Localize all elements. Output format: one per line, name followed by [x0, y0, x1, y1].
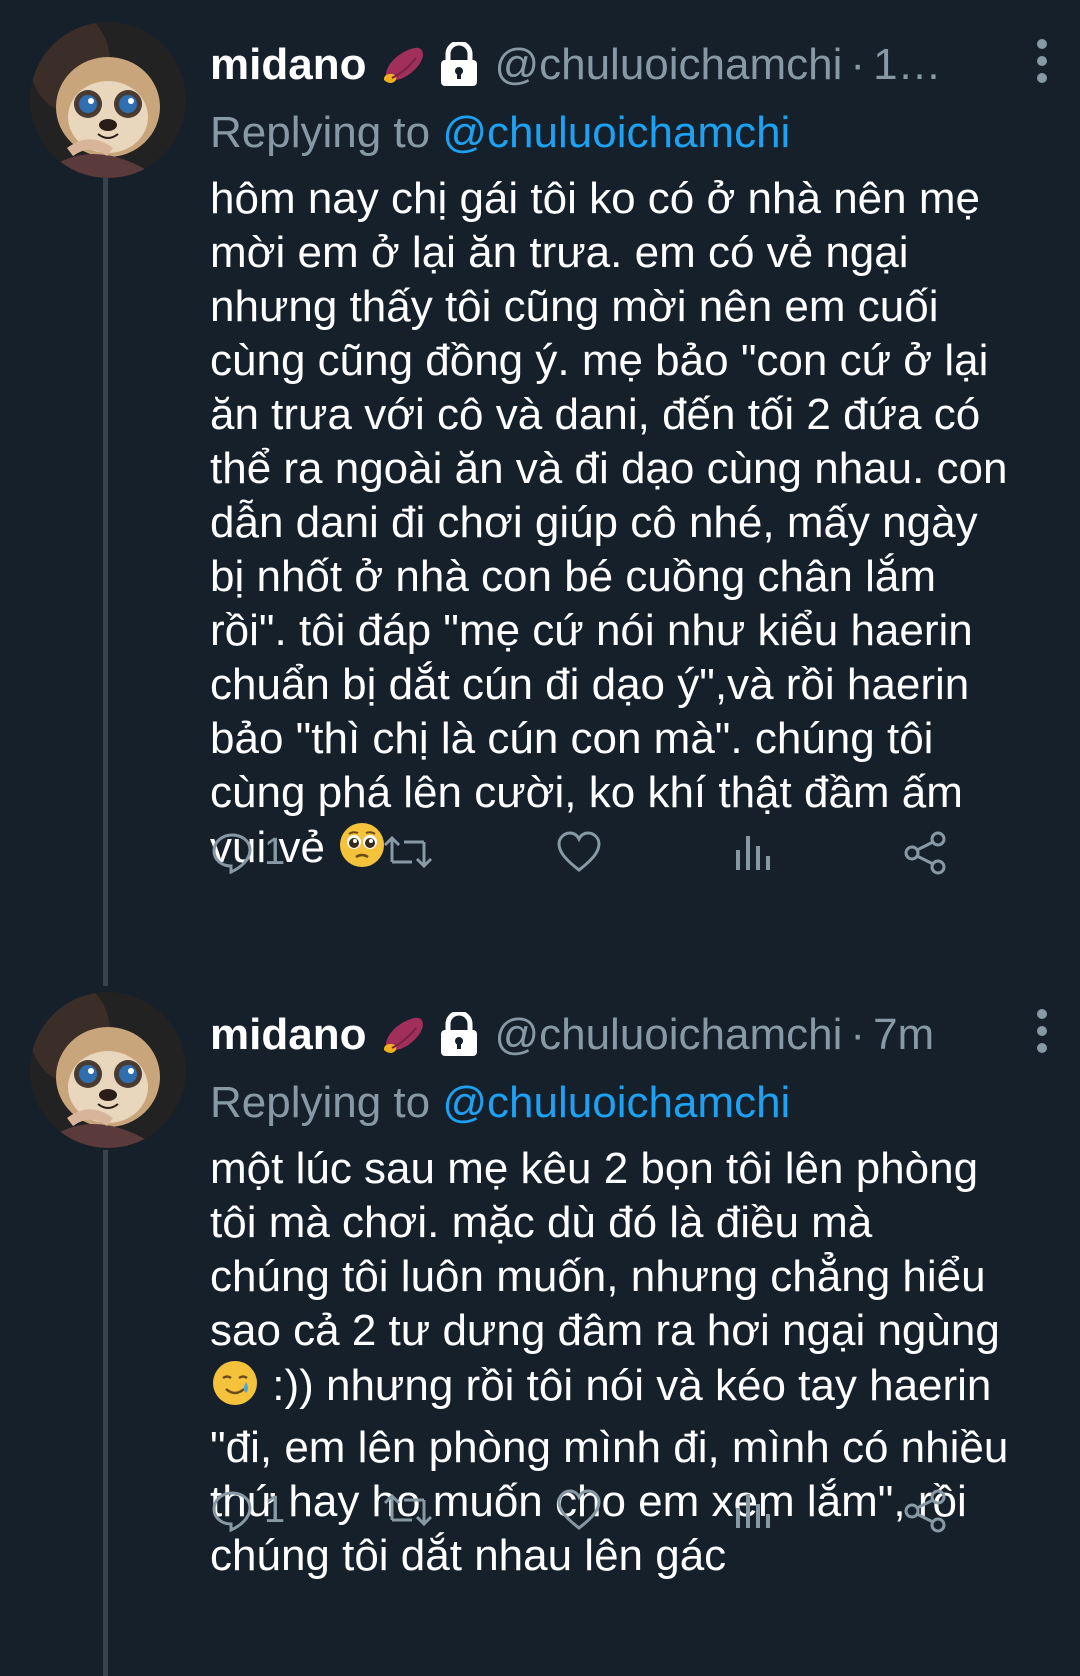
text-line: dẫn dani đi chơi giúp cô nhé, mấy ngày	[210, 498, 978, 547]
share-icon	[904, 1489, 946, 1533]
heart-icon	[557, 1489, 601, 1530]
mention-link[interactable]: @chuluoichamchi	[442, 1078, 790, 1127]
share-icon	[904, 831, 946, 875]
like-button[interactable]	[556, 1488, 602, 1532]
text-line: mời em ở lại ăn trưa. em có vẻ ngại	[210, 228, 909, 277]
text-line: một lúc sau mẹ kêu 2 bọn tôi lên phòng	[210, 1144, 979, 1193]
retweet-icon	[383, 1493, 433, 1527]
display-name[interactable]: midano	[210, 40, 366, 90]
text-line: chúng tôi luôn muốn, nhưng chẳng hiểu	[210, 1252, 986, 1301]
text-line: ăn trưa với cô và dani, đến tối 2 đứa có	[210, 390, 981, 439]
avatar[interactable]	[30, 992, 186, 1148]
tweet[interactable]: midano @chuluoichamchi · 7m Replying to …	[0, 992, 1080, 1672]
text-line: thể ra ngoài ăn và đi dạo cùng nhau. con	[210, 444, 1008, 493]
timestamp[interactable]: 1…	[873, 40, 941, 90]
text-line: bảo "thì chị là cún con mà". chúng tôi	[210, 714, 934, 763]
mention-link[interactable]: @chuluoichamchi	[442, 108, 790, 157]
text-line: cùng phá lên cười, ko khí thật đầm ấm	[210, 768, 963, 817]
analytics-button[interactable]	[730, 830, 774, 874]
text-line: tôi mà chơi. mặc dù đó là điều mà	[210, 1198, 873, 1247]
lock-icon	[438, 42, 480, 88]
reply-button[interactable]: 1	[210, 1488, 285, 1532]
replying-to: Replying to @chuluoichamchi	[210, 108, 790, 158]
user-handle[interactable]: @chuluoichamchi	[494, 40, 842, 90]
reply-icon	[212, 833, 252, 874]
timestamp[interactable]: 7m	[873, 1010, 934, 1060]
retweet-button[interactable]	[382, 1488, 434, 1532]
share-button[interactable]	[902, 1488, 948, 1534]
replying-to-label: Replying to	[210, 1078, 431, 1127]
tweet-header: midano @chuluoichamchi · 7m	[210, 1000, 1060, 1070]
text-line: hôm nay chị gái tôi ko có ở nhà nên mẹ	[210, 174, 980, 223]
tweet-actions: 1	[210, 1488, 1010, 1548]
separator-dot: ·	[850, 40, 866, 89]
more-vertical-icon[interactable]	[1032, 1006, 1052, 1061]
more-vertical-icon[interactable]	[1032, 36, 1052, 91]
analytics-icon	[736, 1494, 770, 1528]
retweet-icon	[383, 835, 433, 869]
tweet-text: hôm nay chị gái tôi ko có ở nhà nên mẹ m…	[210, 172, 1050, 883]
lock-icon	[438, 1012, 480, 1058]
text-line: "đi, em lên phòng mình đi, mình có nhiều	[210, 1423, 1009, 1472]
smiling-face-with-tear-emoji	[210, 1358, 260, 1421]
reply-button[interactable]: 1	[210, 830, 285, 874]
analytics-icon	[736, 836, 770, 870]
text-line: :)) nhưng rồi tôi nói và kéo tay haerin	[272, 1361, 992, 1410]
text-line: rồi". tôi đáp "mẹ cứ nói như kiểu haerin	[210, 606, 973, 655]
sweet-potato-emoji	[378, 40, 428, 90]
heart-icon	[557, 831, 601, 872]
tweet-actions: 1	[210, 830, 1010, 890]
text-line-with-emoji: :)) nhưng rồi tôi nói và kéo tay haerin	[210, 1358, 1050, 1421]
text-line: bị nhốt ở nhà con bé cuồng chân lắm	[210, 552, 937, 601]
retweet-button[interactable]	[382, 830, 434, 874]
like-button[interactable]	[556, 830, 602, 874]
reply-count: 1	[264, 830, 286, 873]
tweet[interactable]: midano @chuluoichamchi · 1… Replying to …	[0, 22, 1080, 952]
display-name[interactable]: midano	[210, 1010, 366, 1060]
text-line: chuẩn bị dắt cún đi dạo ý",và rồi haerin	[210, 660, 970, 709]
text-line: nhưng thấy tôi cũng mời nên em cuối	[210, 282, 939, 331]
separator-dot: ·	[850, 1010, 866, 1059]
replying-to-label: Replying to	[210, 108, 431, 157]
reply-count: 1	[264, 1488, 286, 1531]
analytics-button[interactable]	[730, 1488, 774, 1532]
user-handle[interactable]: @chuluoichamchi	[494, 1010, 842, 1060]
avatar[interactable]	[30, 22, 186, 178]
sweet-potato-emoji	[378, 1010, 428, 1060]
share-button[interactable]	[902, 830, 948, 876]
reply-icon	[212, 1491, 252, 1532]
text-line: cùng cũng đồng ý. mẹ bảo "con cứ ở lại	[210, 336, 989, 385]
text-line: sao cả 2 tư dưng đâm ra hơi ngại ngùng	[210, 1306, 1000, 1355]
replying-to: Replying to @chuluoichamchi	[210, 1078, 790, 1128]
tweet-header: midano @chuluoichamchi · 1…	[210, 30, 1060, 100]
